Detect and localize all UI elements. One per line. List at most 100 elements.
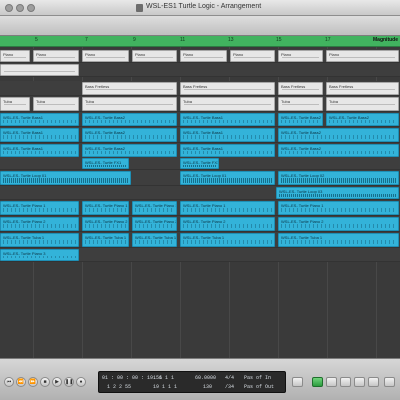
- audio-region[interactable]: WSL-ES- Turtle Piano 2: [180, 217, 275, 231]
- midi-region[interactable]: Piano: [230, 50, 275, 62]
- waveform: [279, 194, 396, 197]
- midi-region[interactable]: Tuba: [326, 97, 399, 111]
- rewind-button[interactable]: ⏪: [16, 377, 26, 387]
- waveform: [85, 165, 126, 167]
- metronome-button[interactable]: [312, 377, 323, 387]
- note-events: [85, 151, 174, 154]
- audio-region[interactable]: WSL-ES- Turtle Tuba 1: [0, 233, 79, 247]
- midi-region[interactable]: Tuba: [82, 97, 177, 111]
- audio-region[interactable]: WSL-ES- Turtle Tuba 1: [82, 233, 129, 247]
- audio-region[interactable]: WSL-ES- Turtle Piano 1: [132, 201, 177, 215]
- audio-region[interactable]: WSL-ES- Turtle Loop 01: [180, 171, 275, 185]
- division: /34: [225, 384, 235, 390]
- note-events: [135, 224, 174, 228]
- audio-region[interactable]: WSL-ES- Turtle Piano 2: [0, 217, 79, 231]
- midi-region[interactable]: Bass Fretless: [326, 82, 399, 95]
- region-divider: [282, 57, 319, 58]
- midi-region[interactable]: Piano: [180, 50, 227, 62]
- stop-button[interactable]: ■: [40, 377, 50, 387]
- audio-region[interactable]: WSL-ES- Turtle Piano 2: [82, 217, 129, 231]
- ruler-mark: 9: [133, 37, 136, 43]
- go-to-beginning-button[interactable]: ⏮: [4, 377, 14, 387]
- ruler-label: Magnitude: [373, 37, 398, 43]
- arrangement-area[interactable]: Piano Piano Piano Piano Piano Piano Piano Piano…: [0, 47, 400, 358]
- pause-button[interactable]: ❚❚: [64, 377, 74, 387]
- region-divider: [4, 57, 26, 58]
- audio-region[interactable]: WSL-ES- Turtle Piano 2: [278, 217, 399, 231]
- transport-display: 01 : 00 : 00 : 19.56 1 2 2 55 1 1 1 1 19…: [98, 371, 286, 393]
- note-events: [281, 240, 396, 244]
- solo-button[interactable]: [326, 377, 337, 387]
- sub-value: 130: [203, 384, 213, 390]
- region-divider: [330, 104, 395, 105]
- region-divider: [4, 104, 26, 105]
- zoom-window-button[interactable]: [27, 4, 35, 12]
- title-bar: WSL-ES1 Turtle Logic - Arrangement: [0, 0, 400, 16]
- record-button[interactable]: ●: [76, 377, 86, 387]
- document-icon: [136, 4, 143, 12]
- midi-region[interactable]: Piano: [33, 50, 79, 62]
- midi-region[interactable]: Piano: [326, 50, 399, 62]
- audio-region[interactable]: WSL-ES- Turtle Bass2: [278, 128, 399, 142]
- midi-region[interactable]: Tuba: [0, 97, 30, 111]
- audio-region[interactable]: WSL-ES- Turtle Tuba 1: [180, 233, 275, 247]
- audio-region[interactable]: WSL-ES- Turtle FX1: [82, 158, 129, 169]
- bar-ruler[interactable]: 5 7 9 11 13 15 17 Magnitude: [0, 36, 400, 47]
- play-button[interactable]: ▶: [52, 377, 62, 387]
- cycle-button[interactable]: [292, 377, 303, 387]
- midi-region[interactable]: Bass Fretless: [82, 82, 177, 95]
- note-events: [183, 151, 272, 154]
- audio-region[interactable]: WSL-ES- Turtle Bass2: [278, 113, 323, 126]
- midi-region[interactable]: [0, 64, 79, 76]
- close-window-button[interactable]: [5, 4, 13, 12]
- audio-region[interactable]: WSL-ES- Turtle Bass1: [0, 128, 79, 142]
- audio-region[interactable]: WSL-ES- Turtle Tuba 1: [132, 233, 177, 247]
- audio-region[interactable]: WSL-ES- Turtle Tuba 1: [278, 233, 399, 247]
- note-events: [85, 208, 126, 212]
- note-events: [3, 224, 76, 228]
- region-divider: [184, 104, 271, 105]
- midi-region[interactable]: Tuba: [180, 97, 275, 111]
- tuner-button[interactable]: [368, 377, 379, 387]
- audio-region[interactable]: WSL-ES- Turtle Bass2: [326, 113, 399, 126]
- toolbar: [0, 16, 400, 36]
- sync-button[interactable]: [340, 377, 351, 387]
- audio-region[interactable]: WSL-ES- Turtle Loop 02: [278, 171, 399, 185]
- audio-region[interactable]: WSL-ES- Turtle Bass1: [180, 144, 275, 157]
- midi-region[interactable]: Piano: [0, 50, 30, 62]
- audio-region[interactable]: WSL-ES- Turtle Bass2: [278, 144, 399, 157]
- fast-forward-button[interactable]: ⏩: [28, 377, 38, 387]
- audio-region[interactable]: WSL-ES- Turtle Bass2: [82, 128, 177, 142]
- midi-region[interactable]: Piano: [82, 50, 129, 62]
- audio-region[interactable]: WSL-ES- Turtle Bass1: [0, 144, 79, 157]
- midi-region[interactable]: Piano: [132, 50, 177, 62]
- minimize-window-button[interactable]: [16, 4, 24, 12]
- region-divider: [37, 57, 75, 58]
- audio-region[interactable]: WSL-ES- Turtle Loop 01: [0, 171, 131, 185]
- midi-region[interactable]: Bass Fretless: [180, 82, 275, 95]
- audio-region[interactable]: WSL-ES- Turtle Piano 1: [180, 201, 275, 215]
- audio-region[interactable]: WSL-ES- Turtle Bass2: [82, 144, 177, 157]
- audio-region[interactable]: WSL-ES- Turtle Bass2: [82, 113, 177, 126]
- region-divider: [4, 71, 75, 72]
- note-events: [183, 208, 272, 212]
- audio-region[interactable]: WSL-ES- Turtle Piano 1: [82, 201, 129, 215]
- midi-region[interactable]: Tuba: [278, 97, 323, 111]
- audio-region[interactable]: WSL-ES- Turtle Bass1: [0, 113, 79, 126]
- audio-region[interactable]: WSL-ES- Turtle Piano 2: [132, 217, 177, 231]
- audio-region[interactable]: WSL-ES- Turtle Piano 1: [278, 201, 399, 215]
- audio-region[interactable]: WSL-ES- Turtle Bass1: [180, 128, 275, 142]
- cpu-meter-button[interactable]: [384, 377, 395, 387]
- note-events: [85, 135, 174, 139]
- window-title: WSL-ES1 Turtle Logic - Arrangement: [146, 3, 262, 10]
- midi-region[interactable]: Tuba: [33, 97, 79, 111]
- region-divider: [86, 104, 173, 105]
- audio-region[interactable]: WSL-ES- Turtle Piano 3: [0, 249, 79, 261]
- audio-region[interactable]: WSL-ES- Turtle FX1: [180, 158, 219, 169]
- audio-region[interactable]: WSL-ES- Turtle Bass1: [180, 113, 275, 126]
- midi-region[interactable]: Piano: [278, 50, 323, 62]
- audio-region[interactable]: WSL-ES- Turtle Loop 03: [276, 187, 399, 199]
- replace-button[interactable]: [354, 377, 365, 387]
- audio-region[interactable]: WSL-ES- Turtle Piano 1: [0, 201, 79, 215]
- midi-region[interactable]: Bass Fretless: [278, 82, 323, 95]
